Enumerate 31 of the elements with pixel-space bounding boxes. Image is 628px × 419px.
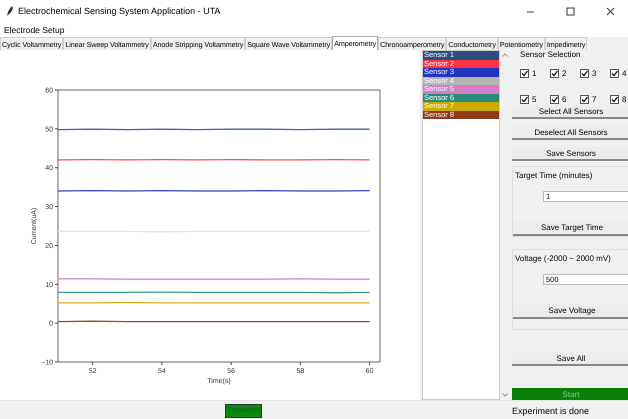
checkbox[interactable] [580, 68, 589, 78]
status-message: Experiment is done [512, 406, 590, 416]
checkbox[interactable] [550, 68, 559, 78]
window-title: Electrochemical Sensing System Application - UTA [18, 6, 222, 16]
menu-item[interactable]: Electrode Setup [4, 24, 64, 34]
field-label: Target Time (minutes) [514, 171, 594, 182]
checkbox-label: 8 [622, 94, 626, 104]
close-icon[interactable] [606, 6, 614, 16]
checkbox-label: 1 [532, 68, 536, 78]
feather-icon [6, 6, 14, 16]
checkbox[interactable] [550, 94, 559, 104]
action-button[interactable]: Deselect All Sensors [512, 126, 628, 140]
checkbox-label: 4 [622, 68, 626, 78]
action-button[interactable]: Save Sensors [512, 147, 628, 162]
checkbox-label: 7 [592, 94, 596, 104]
field-label: Voltage (-2000 ~ 2000 mV) [514, 254, 612, 264]
action-button[interactable]: Save All [512, 352, 628, 366]
checkbox[interactable] [580, 94, 589, 104]
action-button[interactable]: Save Target Time [513, 221, 628, 236]
action-button[interactable]: Save Voltage [513, 304, 628, 320]
checkbox-label: 3 [592, 68, 596, 78]
checkbox-label: 5 [532, 94, 536, 104]
checkbox[interactable] [520, 68, 529, 78]
group-label: Sensor Selection [519, 50, 582, 60]
checkbox-label: 6 [562, 94, 566, 104]
checkbox[interactable] [610, 68, 619, 78]
checkbox[interactable] [520, 94, 529, 104]
checkbox-label: 2 [562, 68, 566, 78]
maximize-icon[interactable] [566, 6, 574, 16]
checkbox[interactable] [610, 94, 619, 104]
action-button[interactable]: Select All Sensors [512, 106, 628, 120]
